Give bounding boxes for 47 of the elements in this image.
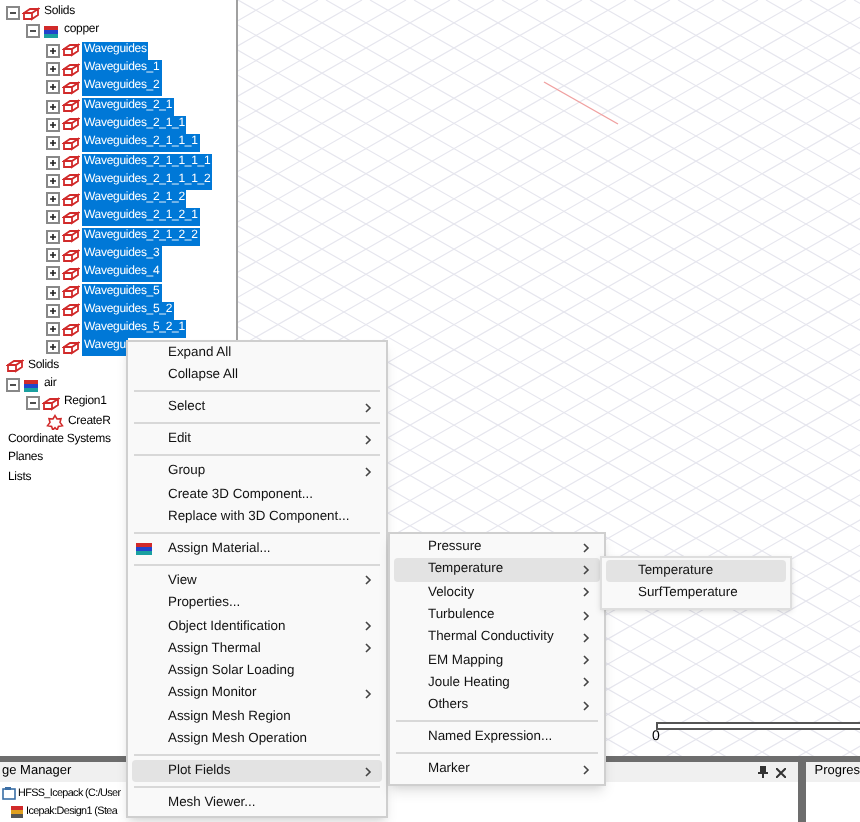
collapse-icon[interactable] [6, 378, 20, 393]
solid-icon [62, 339, 80, 356]
solid-icon [62, 61, 80, 78]
expand-icon[interactable] [46, 285, 60, 300]
solid-icon [42, 395, 60, 412]
expand-icon[interactable] [46, 136, 60, 151]
expand-icon[interactable] [46, 43, 60, 58]
expand-icon[interactable] [46, 117, 60, 132]
expand-icon[interactable] [46, 303, 60, 318]
solid-icon [62, 284, 80, 301]
expand-icon[interactable] [46, 210, 60, 225]
pin-icon[interactable] [758, 766, 769, 778]
solid-icon [62, 321, 80, 338]
solid-icon [62, 135, 80, 152]
material-icon [22, 377, 40, 394]
solid-icon [6, 358, 24, 375]
collapse-icon[interactable] [26, 396, 40, 411]
solid-icon [62, 209, 80, 226]
gear-icon [46, 414, 64, 431]
solid-icon [62, 302, 80, 319]
solid-icon [62, 154, 80, 171]
expand-icon[interactable] [46, 192, 60, 207]
solid-icon [62, 42, 80, 59]
material-icon [42, 23, 60, 40]
solid-icon [62, 172, 80, 189]
collapse-icon[interactable] [6, 6, 20, 21]
expand-icon[interactable] [46, 340, 60, 355]
expand-icon[interactable] [46, 62, 60, 77]
expand-icon[interactable] [46, 248, 60, 262]
design-icon [10, 803, 24, 819]
solid-icon [62, 265, 80, 282]
expand-icon[interactable] [46, 266, 60, 281]
collapse-icon[interactable] [26, 24, 40, 39]
solid-icon [62, 228, 80, 245]
material-icon [136, 541, 152, 556]
expand-icon[interactable] [46, 173, 60, 188]
solid-icon [22, 5, 40, 22]
expand-icon[interactable] [46, 80, 60, 95]
close-icon[interactable] [776, 767, 787, 777]
expand-icon[interactable] [46, 229, 60, 244]
expand-icon[interactable] [46, 155, 60, 170]
solid-icon [62, 79, 80, 96]
solid-icon [62, 98, 80, 115]
expand-icon[interactable] [46, 99, 60, 114]
solid-icon [62, 116, 80, 133]
expand-icon[interactable] [46, 322, 60, 337]
solid-icon [62, 191, 80, 208]
